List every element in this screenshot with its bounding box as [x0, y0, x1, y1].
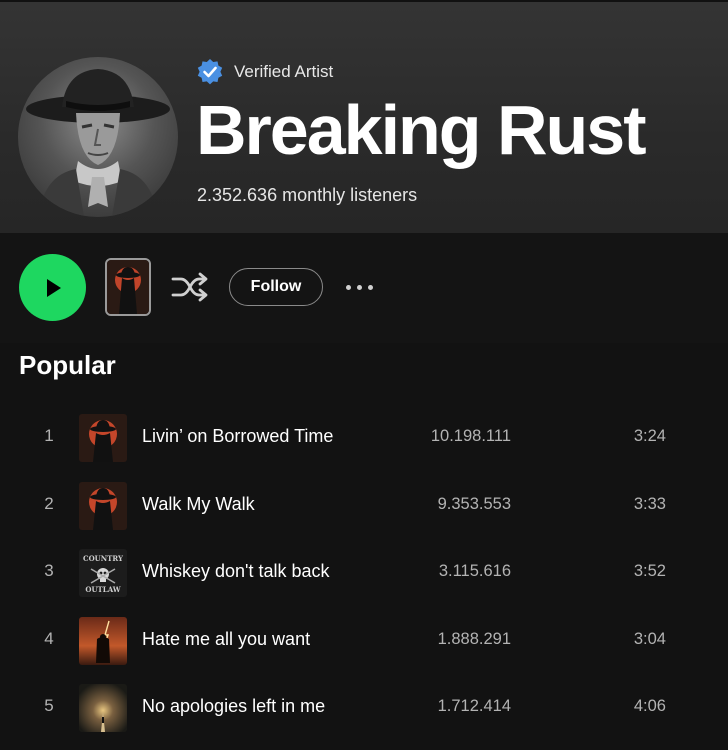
track-title: Walk My Walk [142, 493, 255, 514]
verified-label: Verified Artist [234, 62, 334, 81]
cover-text-bottom: OUTLAW [85, 585, 120, 594]
dot [357, 284, 362, 290]
action-bar: Follow [0, 233, 728, 343]
track-title: No apologies left in me [142, 696, 326, 716]
track-title: Hate me all you want [142, 628, 311, 649]
track-number: 1 [44, 426, 54, 445]
artist-avatar [18, 57, 178, 217]
track-row[interactable]: 5 No apologies left in me 1.712.414 4:06 [0, 674, 728, 742]
track-play-count: 3.115.616 [438, 562, 511, 580]
popular-track-list: 1 Livin’ on Borrowed Time 10.198.111 3:2… [0, 404, 728, 742]
verified-icon [197, 59, 223, 85]
play-button[interactable] [19, 254, 86, 321]
track-row[interactable]: 3 COUNTRY OUTLAW Whiskey don't talk back… [0, 539, 728, 607]
track-duration: 4:06 [633, 697, 666, 715]
artist-pick-cover-button[interactable] [105, 258, 151, 316]
more-options-button[interactable] [343, 276, 379, 298]
track-play-count: 10.198.111 [430, 427, 511, 445]
monthly-listeners: 2.352.636 monthly listeners [197, 185, 418, 205]
artist-name: Breaking Rust [196, 91, 647, 169]
track-cover: COUNTRY OUTLAW [79, 549, 127, 597]
track-cover [79, 414, 127, 462]
artist-header: Verified Artist Breaking Rust 2.352.636 … [0, 0, 728, 233]
track-duration: 3:24 [633, 427, 666, 445]
track-title: Livin’ on Borrowed Time [142, 426, 334, 446]
cover-text-top: COUNTRY [83, 554, 124, 563]
track-cover [79, 684, 127, 732]
track-play-count: 9.353.553 [437, 494, 511, 513]
track-title: Whiskey don't talk back [142, 561, 330, 581]
follow-button[interactable]: Follow [229, 268, 323, 306]
popular-heading: Popular [19, 350, 116, 380]
track-number: 2 [44, 493, 54, 513]
track-duration: 3:33 [633, 494, 666, 513]
track-duration: 3:04 [633, 629, 666, 648]
dot [346, 284, 351, 290]
track-row[interactable]: 1 Livin’ on Borrowed Time 10.198.111 3:2… [0, 404, 728, 472]
shuffle-icon[interactable] [170, 270, 210, 304]
dot [368, 284, 373, 290]
verified-artist-badge: Verified Artist [196, 58, 333, 86]
track-number: 4 [44, 628, 54, 648]
track-play-count: 1.888.291 [437, 629, 511, 648]
track-row[interactable]: 4 Hate me all you want 1.888.291 3:04 [0, 607, 728, 675]
track-cover [79, 481, 127, 530]
track-number: 5 [44, 696, 54, 715]
track-row[interactable]: 2 Walk My Walk 9.353.553 3:33 [0, 472, 728, 540]
track-duration: 3:52 [633, 562, 666, 580]
track-cover [79, 616, 127, 665]
track-number: 3 [44, 561, 54, 580]
play-icon [46, 278, 61, 297]
track-play-count: 1.712.414 [437, 697, 511, 715]
